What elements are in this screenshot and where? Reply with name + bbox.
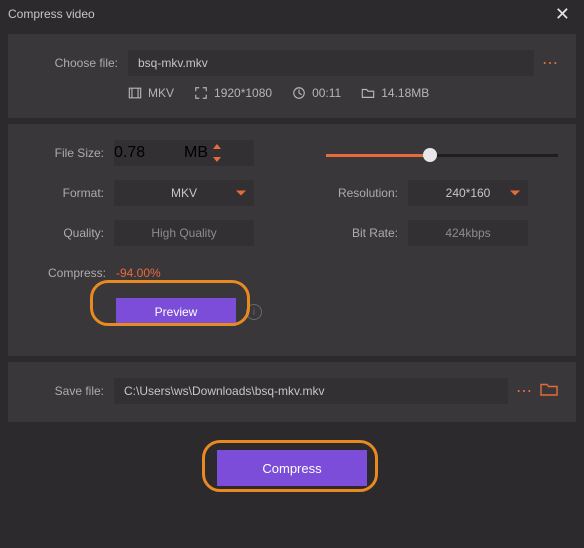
compress-button[interactable]: Compress (217, 450, 367, 486)
format-combo[interactable]: MKV (114, 180, 254, 206)
film-icon (128, 86, 142, 100)
quality-value: High Quality (151, 226, 216, 240)
bitrate-row: Bit Rate: 424kbps (326, 220, 558, 246)
quality-display: High Quality (114, 220, 254, 246)
meta-format: MKV (128, 86, 174, 100)
compress-ratio-line: Compress: -94.00% (26, 266, 558, 280)
stepper-up-icon[interactable] (208, 140, 226, 153)
titlebar: Compress video ✕ (0, 0, 584, 28)
stepper-down-icon[interactable] (208, 153, 226, 166)
bottom-bar: Compress (0, 428, 584, 508)
choose-file-label: Choose file: (26, 56, 118, 70)
meta-filesize: 14.18MB (361, 86, 429, 100)
resolution-row: Resolution: 240*160 (326, 180, 558, 206)
open-folder-icon[interactable] (540, 382, 558, 401)
quality-label: Quality: (26, 226, 104, 240)
choose-file-browse-icon[interactable]: ⋯ (542, 53, 558, 73)
meta-duration: 00:11 (292, 86, 341, 100)
save-file-row: Save file: ⋯ (26, 378, 558, 404)
expand-icon (194, 86, 208, 100)
settings-panel: File Size: 0.78 MB Format: MKV (8, 124, 576, 356)
bitrate-label: Bit Rate: (326, 226, 398, 240)
chevron-down-icon (236, 191, 246, 196)
close-icon[interactable]: ✕ (549, 3, 576, 25)
slider-row (326, 140, 558, 166)
chevron-down-icon (510, 191, 520, 196)
save-file-input[interactable] (114, 378, 508, 404)
choose-file-input[interactable] (128, 50, 534, 76)
window-title: Compress video (8, 7, 95, 21)
folder-icon (361, 86, 375, 100)
meta-resolution-value: 1920*1080 (214, 86, 272, 100)
filesize-label: File Size: (26, 146, 104, 160)
quality-row: Quality: High Quality (26, 220, 306, 246)
info-icon[interactable]: i (246, 304, 262, 320)
resolution-label: Resolution: (326, 186, 398, 200)
filesize-stepper[interactable] (208, 140, 226, 166)
filesize-unit: MB (184, 144, 208, 162)
clock-icon (292, 86, 306, 100)
slider-thumb[interactable] (423, 148, 437, 162)
meta-duration-value: 00:11 (312, 86, 341, 100)
resolution-value: 240*160 (446, 186, 491, 200)
compress-ratio-label: Compress: (26, 266, 106, 280)
compress-ratio-value: -94.00% (116, 266, 161, 280)
meta-filesize-value: 14.18MB (381, 86, 429, 100)
bitrate-value: 424kbps (445, 226, 490, 240)
bitrate-display: 424kbps (408, 220, 528, 246)
file-meta: MKV 1920*1080 00:11 14.18MB (128, 86, 558, 100)
filesize-row: File Size: 0.78 MB (26, 140, 306, 166)
preview-button[interactable]: Preview (116, 298, 236, 326)
format-value: MKV (171, 186, 197, 200)
save-file-label: Save file: (26, 384, 104, 398)
choose-file-panel: Choose file: ⋯ MKV 1920*1080 (8, 34, 576, 118)
save-file-browse-icon[interactable]: ⋯ (516, 381, 532, 401)
save-file-panel: Save file: ⋯ (8, 362, 576, 422)
meta-format-value: MKV (148, 86, 174, 100)
format-label: Format: (26, 186, 104, 200)
filesize-slider[interactable] (326, 142, 558, 168)
resolution-combo[interactable]: 240*160 (408, 180, 528, 206)
format-row: Format: MKV (26, 180, 306, 206)
meta-resolution: 1920*1080 (194, 86, 272, 100)
choose-file-row: Choose file: ⋯ (26, 50, 558, 76)
filesize-input[interactable]: 0.78 (114, 144, 184, 162)
